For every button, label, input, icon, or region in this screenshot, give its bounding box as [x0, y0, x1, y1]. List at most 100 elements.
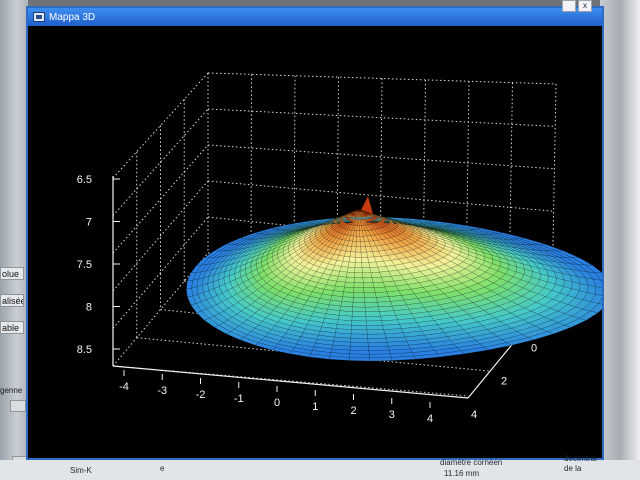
surface-patch — [345, 276, 355, 283]
z-tick-label: 6.5 — [77, 174, 92, 186]
surface-patch — [351, 315, 367, 322]
surface-plot-area: 6.577.588.5-4-3-2-101234-2024 — [28, 26, 613, 458]
y-tick-label: 0 — [531, 342, 537, 354]
window-title: Mappa 3D — [49, 11, 96, 23]
window-help-button[interactable] — [562, 0, 576, 12]
surface-patch — [368, 346, 390, 351]
x-tick-label: 4 — [427, 413, 433, 425]
x-tick-label: 3 — [389, 409, 395, 421]
surface-patch — [365, 311, 381, 317]
status-simk-label: Sim-K — [70, 466, 92, 475]
background-side-label: genne — [0, 386, 23, 395]
surface-patch — [373, 286, 388, 293]
surface-patch — [354, 267, 363, 274]
app-window-icon — [33, 12, 45, 22]
surface-patch — [351, 324, 368, 331]
surface-patch — [349, 251, 357, 258]
surface-patch — [364, 301, 379, 308]
surface-patch — [354, 257, 363, 263]
surface-patch — [349, 349, 370, 355]
surface-patch — [352, 301, 366, 308]
x-tick-label: 1 — [312, 401, 318, 413]
window-close-button[interactable]: x — [578, 0, 592, 12]
surface-patch — [354, 272, 364, 279]
surface-patch — [364, 297, 378, 303]
surface-patch — [351, 320, 367, 326]
surface-patch — [363, 287, 376, 294]
z-tick-label: 8 — [86, 302, 92, 314]
side-wall-gridline — [112, 144, 209, 254]
surface-patch — [366, 329, 386, 335]
y-tick-label: 4 — [471, 409, 477, 421]
surface-patch — [342, 256, 351, 263]
back-wall-gridline — [207, 144, 555, 170]
surface-patch — [343, 286, 355, 293]
y-tick-label: 2 — [501, 376, 507, 388]
surface-patch — [351, 311, 367, 317]
status-diameter-value: 11.16 mm — [444, 469, 479, 478]
surface-patch — [347, 261, 356, 268]
surface-patch — [353, 282, 364, 289]
surface-patch — [371, 276, 384, 283]
surface-patch — [346, 271, 355, 278]
x-tick-label: 0 — [274, 397, 280, 409]
background-field[interactable] — [10, 400, 26, 412]
surface-patch — [348, 256, 356, 263]
surface-patch — [342, 291, 354, 298]
surface-patch — [350, 329, 368, 335]
surface-patch — [367, 341, 389, 347]
z-tick-label: 7.5 — [77, 259, 92, 271]
surface-patch — [361, 267, 372, 274]
surface-chart: 6.577.588.5-4-3-2-101234-2024 — [77, 72, 613, 425]
surface-patch — [186, 287, 193, 298]
background-photo-edge — [600, 0, 640, 480]
surface-patch — [369, 353, 392, 359]
status-diameter-label: diamètre cornéen — [440, 458, 503, 467]
background-status-bar: Sim-K e diamètre cornéen 11.16 mm décent… — [0, 454, 640, 480]
x-tick-label: -4 — [119, 381, 129, 393]
surface-patch — [360, 246, 367, 253]
surface-patch — [353, 287, 365, 294]
window-titlebar[interactable]: Mappa 3D — [28, 8, 602, 26]
z-tick-label: 7 — [86, 217, 92, 229]
status-e-label: e — [160, 464, 165, 473]
surface-patch — [344, 281, 355, 288]
background-tab-3[interactable]: able — [0, 321, 24, 334]
surface-patch — [365, 315, 382, 322]
surface-patch — [353, 292, 365, 298]
surface-patch — [363, 282, 375, 289]
surface-patch — [339, 266, 349, 273]
back-wall-gridline — [250, 74, 252, 259]
surface-patch — [369, 357, 393, 362]
surface-patch — [354, 262, 363, 268]
surface-patch — [186, 280, 193, 290]
surface-patch — [359, 235, 365, 242]
surface-patch — [353, 277, 364, 284]
surface-patch — [352, 297, 366, 303]
surface-patch — [341, 261, 350, 268]
background-tab-1[interactable]: olue — [0, 267, 24, 280]
background-tab-2[interactable]: alisée — [0, 294, 24, 307]
status-decentral-label: décentral — [564, 454, 597, 463]
mappa-3d-window: Mappa 3D 6.577.588.5-4-3-2-101234-2024 — [26, 6, 613, 460]
surface-patch — [351, 241, 357, 248]
surface-patch — [352, 306, 366, 313]
surface-patch — [370, 271, 382, 278]
surface-patch — [362, 272, 373, 279]
surface-patch — [349, 346, 370, 351]
surface-patch — [356, 235, 361, 242]
surface-patch — [352, 235, 357, 242]
surface-patch — [355, 246, 362, 253]
surface-patch — [360, 251, 368, 258]
x-tick-label: -1 — [234, 393, 244, 405]
surface-patch — [362, 277, 374, 284]
surface-patch — [366, 324, 384, 331]
surface-patch — [367, 337, 388, 343]
x-tick-label: -2 — [196, 389, 206, 401]
surface-patch — [350, 341, 369, 347]
surface-patch — [374, 291, 389, 298]
surface-patch — [355, 251, 362, 258]
surface-patch — [346, 266, 356, 273]
surface-patch — [368, 349, 391, 355]
surface-patch — [364, 306, 380, 313]
